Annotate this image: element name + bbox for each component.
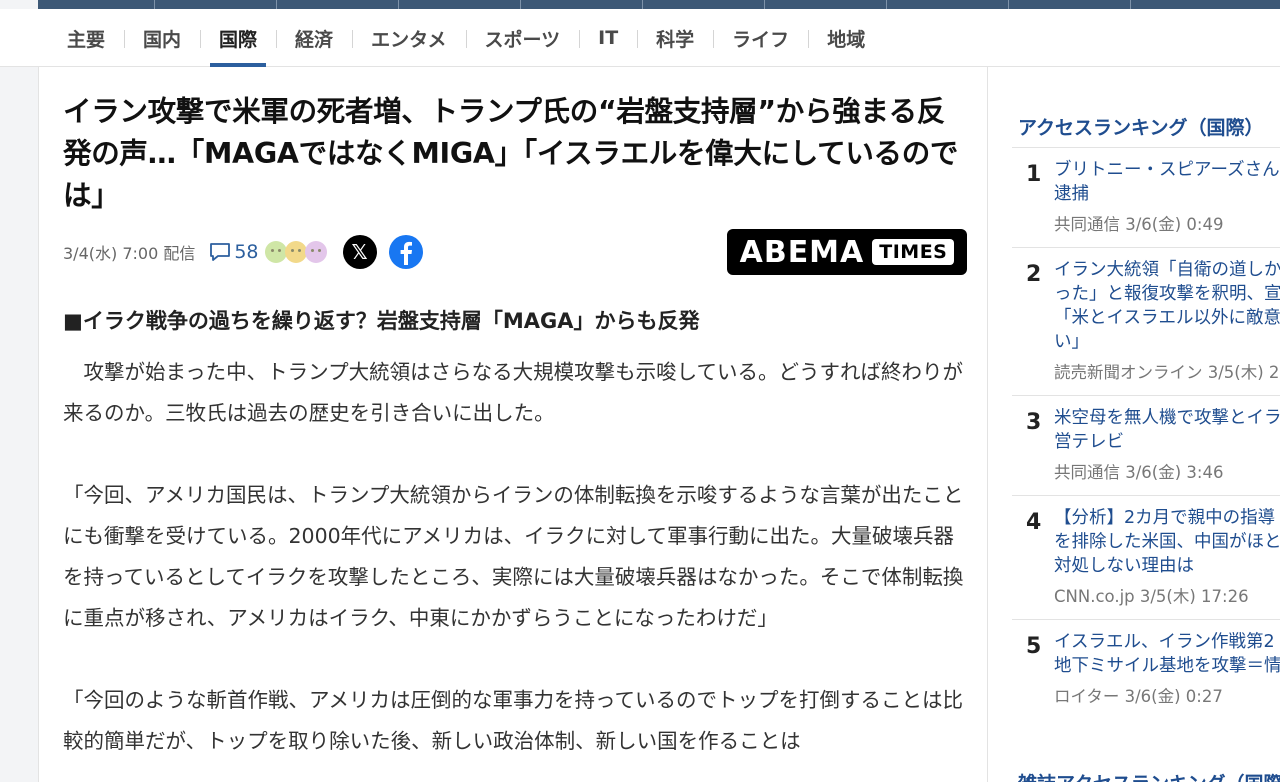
ranking-source: CNN.co.jp 3/5(木) 17:26 xyxy=(1054,587,1249,606)
article-headline: イラン攻撃で米軍の死者増、トランプ氏の“岩盤支持層”から強まる反発の声…「MAG… xyxy=(63,95,959,212)
ranking-item[interactable]: 5 イスラエル、イラン作戦第2 地下ミサイル基地を攻撃＝情 ロイター 3/6(金… xyxy=(1012,619,1280,719)
top-strip-divider xyxy=(520,0,521,9)
nav-tab-domestic[interactable]: 国内 xyxy=(124,9,200,67)
top-strip xyxy=(38,0,1280,9)
ranking-source: ロイター 3/6(金) 0:27 xyxy=(1054,687,1223,706)
abema-times-logo[interactable]: ABEMA TIMES xyxy=(727,229,967,275)
comments-link[interactable]: 58 xyxy=(209,241,259,263)
top-strip-divider xyxy=(764,0,765,9)
paragraph: 攻撃が始まった中、トランプ大統領はさらなる大規模攻撃も示唆している。どうすれば終… xyxy=(63,360,963,425)
ranking-link[interactable]: イスラエル、イラン作戦第2 地下ミサイル基地を攻撃＝情 xyxy=(1054,630,1280,678)
nav-tab-it[interactable]: IT xyxy=(579,9,637,67)
nav-tab-economy[interactable]: 経済 xyxy=(276,9,352,67)
rank-number: 1 xyxy=(1026,162,1042,187)
ranking-sidebar: アクセスランキング（国際） 1 ブリトニー・スピアーズさん 逮捕 共同通信 3/… xyxy=(988,67,1280,782)
ranking-item[interactable]: 1 ブリトニー・スピアーズさん 逮捕 共同通信 3/6(金) 0:49 xyxy=(1012,147,1280,247)
top-strip-divider xyxy=(276,0,277,9)
top-strip-divider xyxy=(886,0,887,9)
top-strip-divider xyxy=(1008,0,1009,9)
section-subhead: ■イラク戦争の過ちを繰り返す？岩盤支持層「MAGA」からも反発 xyxy=(63,309,700,333)
reaction-faces[interactable] xyxy=(264,241,327,263)
top-strip-divider xyxy=(398,0,399,9)
article: イラン攻撃で米軍の死者増、トランプ氏の“岩盤支持層”から強まる反発の声…「MAG… xyxy=(38,67,988,782)
thinking-face-icon xyxy=(284,241,307,263)
nav-tab-life[interactable]: ライフ xyxy=(713,9,808,67)
nav-tab-science[interactable]: 科学 xyxy=(637,9,713,67)
share-facebook-button[interactable] xyxy=(388,235,423,269)
ranking-item[interactable]: 2 イラン大統領「自衛の道しか った」と報復攻撃を釈明、宣 「米とイスラエル以外… xyxy=(1012,247,1280,395)
ranking-link[interactable]: イラン大統領「自衛の道しか った」と報復攻撃を釈明、宣 「米とイスラエル以外に敵… xyxy=(1054,258,1280,354)
nav-tab-world[interactable]: 国際 xyxy=(200,9,276,67)
comment-icon xyxy=(210,243,231,261)
ranking-source: 共同通信 3/6(金) 0:49 xyxy=(1054,215,1224,234)
comment-count: 58 xyxy=(234,241,259,263)
rank-number: 3 xyxy=(1026,410,1042,435)
nav-tab-sports[interactable]: スポーツ xyxy=(465,9,580,67)
ranking-item[interactable]: 4 【分析】2カ月で親中の指導 を排除した米国、中国がほと 対処しない理由は C… xyxy=(1012,495,1280,619)
ranking-link[interactable]: ブリトニー・スピアーズさん 逮捕 xyxy=(1054,158,1280,206)
ranking-source: 共同通信 3/6(金) 3:46 xyxy=(1054,463,1224,482)
ranking-item[interactable]: 3 米空母を無人機で攻撃とイラ 営テレビ 共同通信 3/6(金) 3:46 xyxy=(1012,395,1280,495)
facebook-logo-icon xyxy=(400,241,412,265)
rank-number: 5 xyxy=(1026,634,1042,659)
article-meta: 3/4(水) 7:00 配信 58 𝕏 ABEMA TIMES xyxy=(63,229,967,275)
ranking-title: アクセスランキング（国際） xyxy=(1018,117,1264,139)
ranking-link[interactable]: 【分析】2カ月で親中の指導 を排除した米国、中国がほと 対処しない理由は xyxy=(1054,506,1280,578)
nav-tab-main[interactable]: 主要 xyxy=(48,9,124,67)
ranking-list: 1 ブリトニー・スピアーズさん 逮捕 共同通信 3/6(金) 0:49 2 イラ… xyxy=(1012,147,1280,719)
top-strip-divider xyxy=(642,0,643,9)
article-body: 攻撃が始まった中、トランプ大統領はさらなる大規模攻撃も示唆している。どうすれば終… xyxy=(63,352,969,782)
logo-main-text: ABEMA xyxy=(739,234,865,270)
top-strip-divider xyxy=(154,0,155,9)
smile-face-icon xyxy=(264,241,287,263)
nav-tab-region[interactable]: 地域 xyxy=(808,9,884,67)
ranking-source: 読売新聞オンライン 3/5(木) 2 xyxy=(1054,363,1280,382)
rank-number: 2 xyxy=(1026,262,1042,287)
publish-date: 3/4(水) 7:00 配信 xyxy=(63,244,196,263)
logo-sub-text: TIMES xyxy=(872,239,955,265)
magazine-ranking-title: 雑誌アクセスランキング（国際 xyxy=(1018,769,1280,782)
paragraph: 「今回のような斬首作戦、アメリカは圧倒的な軍事力を持っているのでトップを打倒する… xyxy=(63,688,963,753)
rank-number: 4 xyxy=(1026,510,1042,535)
ranking-link[interactable]: 米空母を無人機で攻撃とイラ 営テレビ xyxy=(1054,406,1280,454)
x-logo-icon: 𝕏 xyxy=(351,240,368,264)
category-nav: 主要 国内 国際 経済 エンタメ スポーツ IT 科学 ライフ 地域 xyxy=(0,9,1280,67)
nav-tab-entertainment[interactable]: エンタメ xyxy=(352,9,465,67)
sad-face-icon xyxy=(304,241,327,263)
share-x-button[interactable]: 𝕏 xyxy=(342,235,377,269)
top-strip-divider xyxy=(1130,0,1131,9)
paragraph: 「今回、アメリカ国民は、トランプ大統領からイランの体制転換を示唆するような言葉が… xyxy=(63,483,964,630)
